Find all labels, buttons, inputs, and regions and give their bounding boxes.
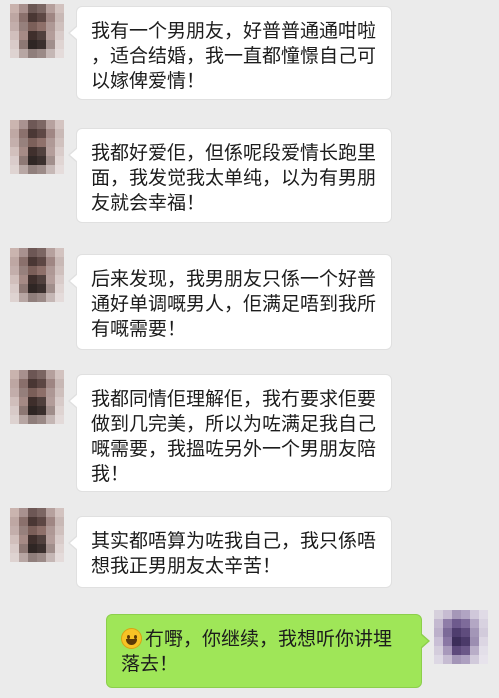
message-row-self: 冇嘢，你继续，我想听你讲埋 落去！ bbox=[0, 604, 499, 698]
smile-emoji-icon bbox=[121, 628, 142, 649]
message-row: 我都好爱佢，但係呢段爱情长跑里 面，我发觉我太单纯，以为有男朋 友就会幸福！ bbox=[0, 116, 499, 236]
message-line: 我有一个男朋友，好普普通通咁啦 bbox=[91, 20, 377, 42]
message-line: 我都好爱佢，但係呢段爱情长跑里 bbox=[91, 142, 377, 164]
message-row: 我都同情佢理解佢，我冇要求佢要 做到几完美，所以为咗满足我自己 嘅需要，我搵咗另… bbox=[0, 364, 499, 496]
message-row: 其实都唔算为咗我自己，我只係唔 想我正男朋友太辛苦！ bbox=[0, 504, 499, 594]
message-bubble-self[interactable]: 冇嘢，你继续，我想听你讲埋 落去！ bbox=[106, 614, 430, 688]
message-bubble[interactable]: 我有一个男朋友，好普普通通咁啦 ，适合结婚，我一直都憧憬自己可 以嫁俾爱情！ bbox=[68, 6, 392, 100]
message-bubble[interactable]: 我都好爱佢，但係呢段爱情长跑里 面，我发觉我太单纯，以为有男朋 友就会幸福！ bbox=[68, 128, 392, 223]
message-line: 落去！ bbox=[121, 653, 179, 675]
message-line: 面，我发觉我太单纯，以为有男朋 bbox=[91, 167, 377, 189]
chat-screen: { "messages": [ {"side":"left","lines":[… bbox=[0, 0, 499, 698]
message-line: 通好单调嘅男人，佢满足唔到我所 bbox=[91, 293, 377, 315]
message-bubble[interactable]: 其实都唔算为咗我自己，我只係唔 想我正男朋友太辛苦！ bbox=[68, 516, 392, 588]
message-line: 做到几完美，所以为咗满足我自己 bbox=[91, 413, 377, 435]
message-line: 嘅需要，我搵咗另外一个男朋友陪 bbox=[91, 438, 377, 460]
contact-avatar[interactable] bbox=[10, 508, 64, 562]
message-line: 想我正男朋友太辛苦！ bbox=[91, 555, 282, 577]
message-line: 后来发现，我男朋友只係一个好普 bbox=[91, 268, 377, 290]
contact-avatar[interactable] bbox=[10, 4, 64, 58]
contact-avatar[interactable] bbox=[10, 370, 64, 424]
self-avatar[interactable] bbox=[434, 610, 488, 664]
message-bubble[interactable]: 我都同情佢理解佢，我冇要求佢要 做到几完美，所以为咗满足我自己 嘅需要，我搵咗另… bbox=[68, 374, 392, 492]
contact-avatar[interactable] bbox=[10, 248, 64, 302]
message-line: 冇嘢，你继续，我想听你讲埋 bbox=[121, 627, 407, 652]
message-row: 我有一个男朋友，好普普通通咁啦 ，适合结婚，我一直都憧憬自己可 以嫁俾爱情！ bbox=[0, 0, 499, 110]
message-bubble[interactable]: 后来发现，我男朋友只係一个好普 通好单调嘅男人，佢满足唔到我所 有嘅需要！ bbox=[68, 254, 392, 350]
message-line: 友就会幸福！ bbox=[91, 192, 206, 214]
message-line: 其实都唔算为咗我自己，我只係唔 bbox=[91, 530, 377, 552]
message-line: 有嘅需要！ bbox=[91, 318, 187, 340]
message-line: 我！ bbox=[91, 463, 130, 485]
message-line: 以嫁俾爱情！ bbox=[91, 70, 206, 92]
message-line: ，适合结婚，我一直都憧憬自己可 bbox=[91, 45, 377, 67]
message-row: 后来发现，我男朋友只係一个好普 通好单调嘅男人，佢满足唔到我所 有嘅需要！ bbox=[0, 242, 499, 360]
message-line-text: 冇嘢，你继续，我想听你讲埋 bbox=[145, 628, 393, 650]
contact-avatar[interactable] bbox=[10, 120, 64, 174]
message-line: 我都同情佢理解佢，我冇要求佢要 bbox=[91, 388, 377, 410]
